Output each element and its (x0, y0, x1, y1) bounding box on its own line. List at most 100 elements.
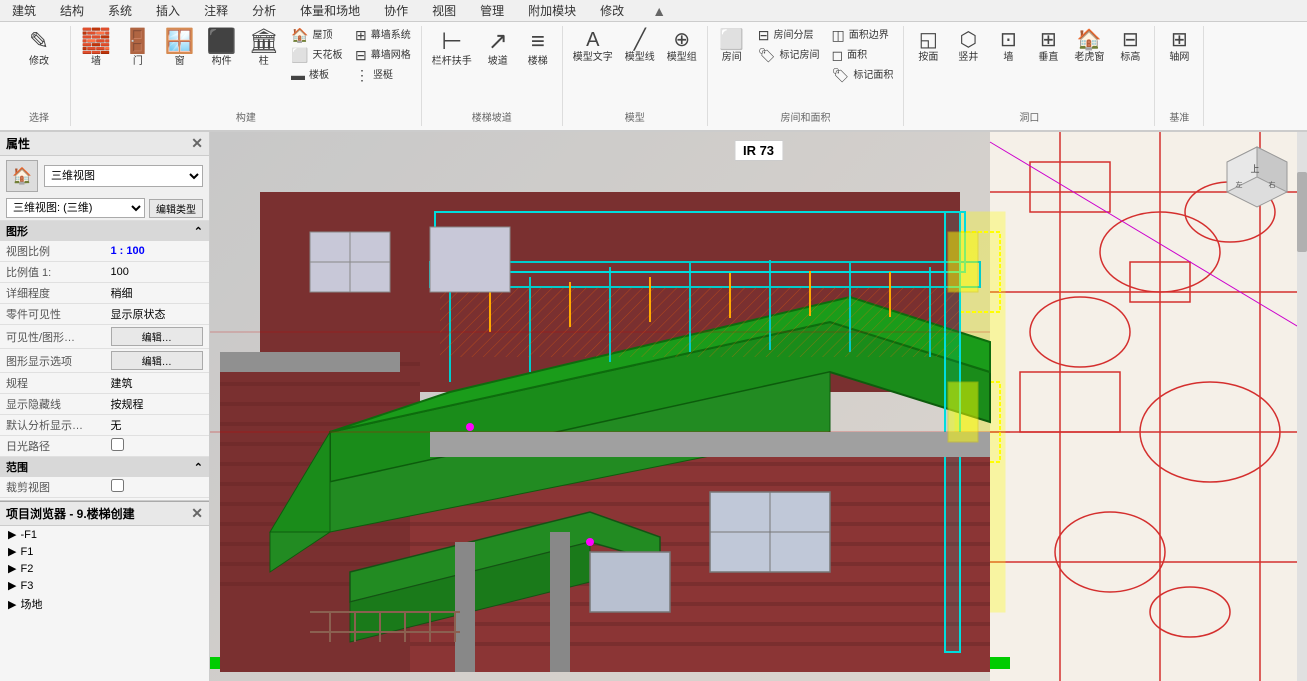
select-label: 选择 (29, 109, 49, 126)
view-type-dropdown[interactable]: 三维视图 (44, 165, 203, 187)
wall-icon: 🧱 (81, 30, 111, 54)
view-type-icon: 🏠 (6, 160, 38, 192)
menu-analyze[interactable]: 分析 (248, 0, 280, 21)
sun-path-checkbox[interactable] (111, 438, 124, 451)
curtain-grid-button[interactable]: ⊟ 幕墙网格 (351, 46, 415, 64)
stair-button[interactable]: ≡ 楼梯 (520, 26, 556, 70)
ramp-button[interactable]: ↗ 坡道 (480, 26, 516, 70)
graphics-section-header[interactable]: 图形 ⌃ (0, 221, 209, 241)
curtain-grid-icon: ⊟ (355, 48, 367, 62)
navigation-cube[interactable]: 上 右 左 (1217, 142, 1297, 222)
window-button[interactable]: 🪟 窗 (161, 26, 199, 70)
crop-view-checkbox[interactable] (111, 479, 124, 492)
tag-area-button[interactable]: 🏷 标记面积 (828, 66, 898, 84)
dormer-button[interactable]: 🏠 老虎窗 (1070, 26, 1108, 66)
dormer-icon: 🏠 (1077, 30, 1102, 50)
prop-value-detail[interactable]: 稍细 (105, 283, 210, 304)
vertical-icon: ⊞ (1040, 30, 1057, 50)
railing-button[interactable]: ⊢ 栏杆扶手 (428, 26, 476, 70)
range-section-header[interactable]: 范围 ⌃ (0, 457, 209, 477)
prop-value-sun[interactable] (105, 436, 210, 457)
room-button[interactable]: ⬜ 房间 (714, 26, 750, 66)
tag-room-button[interactable]: 🏷 标记房间 (754, 46, 824, 64)
prop-value-parts[interactable]: 显示原状态 (105, 304, 210, 325)
graphic-display-edit-button[interactable]: 编辑… (111, 351, 204, 370)
opening-wall-icon: ⊡ (1000, 30, 1017, 50)
tree-expand-icon-f1: ▶ (8, 545, 16, 558)
menu-insert[interactable]: 插入 (152, 0, 184, 21)
properties-close-button[interactable]: ✕ (191, 135, 203, 152)
menu-addins[interactable]: 附加模块 (524, 0, 580, 21)
tree-item-f1[interactable]: ▶ F1 (0, 543, 209, 560)
tree-item-site[interactable]: ▶ 场地 (0, 594, 209, 614)
model-text-button[interactable]: A 模型文字 (569, 26, 617, 66)
prop-value-analysis[interactable]: 无 (105, 415, 210, 436)
roof-button[interactable]: 🏠 屋顶 (287, 26, 347, 44)
prop-label-parts: 零件可见性 (0, 304, 105, 325)
menu-massing[interactable]: 体量和场地 (296, 0, 364, 21)
viewport[interactable]: IR 73 (210, 132, 1307, 681)
prop-value-visibility[interactable]: 编辑… (105, 325, 210, 349)
main-area: 属性 ✕ 🏠 三维视图 三维视图: (三维) 编辑类型 图形 ⌃ (0, 132, 1307, 681)
tree-item-f1-neg[interactable]: ▶ -F1 (0, 526, 209, 543)
railing-icon: ⊢ (441, 30, 462, 54)
mullion-button[interactable]: ⋮ 竖梃 (351, 66, 415, 84)
prop-row-crop-view: 裁剪视图 (0, 477, 209, 498)
edit-type-button[interactable]: 编辑类型 (149, 199, 203, 218)
area-boundary-button[interactable]: ◫ 面积边界 (828, 26, 898, 44)
room-area-label: 房间和面积 (781, 109, 831, 126)
room-separator-button[interactable]: ⊟ 房间分层 (754, 26, 824, 44)
floor-button[interactable]: ▬ 楼板 (287, 66, 347, 84)
area-button[interactable]: ◻ 面积 (828, 46, 898, 64)
column-button[interactable]: 🏛 柱 (245, 26, 283, 70)
menu-collaborate[interactable]: 协作 (380, 0, 412, 21)
prop-value-graphic-display[interactable]: 编辑… (105, 349, 210, 373)
prop-value-scale[interactable]: 1 : 100 (105, 241, 210, 262)
prop-value-hidden-lines[interactable]: 按规程 (105, 394, 210, 415)
menu-view[interactable]: 视图 (428, 0, 460, 21)
model-line-button[interactable]: ╱ 模型线 (621, 26, 659, 66)
visibility-edit-button[interactable]: 编辑… (111, 327, 204, 346)
by-face-button[interactable]: ◱ 按面 (910, 26, 946, 66)
room-separator-icon: ⊟ (758, 28, 770, 42)
level-button[interactable]: ⊟ 标高 (1112, 26, 1148, 66)
menu-systems[interactable]: 系统 (104, 0, 136, 21)
opening-wall-button[interactable]: ⊡ 墙 (990, 26, 1026, 66)
menu-modify[interactable]: 修改 (596, 0, 628, 21)
range-collapse-icon: ⌃ (194, 461, 203, 474)
grid-icon: ⊞ (1171, 30, 1188, 50)
tree-item-f3[interactable]: ▶ F3 (0, 577, 209, 594)
model-group-button[interactable]: ⊕ 模型组 (663, 26, 701, 66)
grid-button[interactable]: ⊞ 轴网 (1161, 26, 1197, 66)
ceiling-button[interactable]: ⬜ 天花板 (287, 46, 347, 64)
vertical-button[interactable]: ⊞ 垂直 (1030, 26, 1066, 66)
ribbon-group-stair: ⊢ 栏杆扶手 ↗ 坡道 ≡ 楼梯 楼梯坡道 (422, 26, 563, 126)
project-browser-close-button[interactable]: ✕ (191, 505, 203, 522)
menu-architecture[interactable]: 建筑 (8, 0, 40, 21)
curtain-system-button[interactable]: ⊞ 幕墙系统 (351, 26, 415, 44)
prop-value-discipline[interactable]: 建筑 (105, 373, 210, 394)
menu-manage[interactable]: 管理 (476, 0, 508, 21)
shaft-button[interactable]: ⬡ 竖井 (950, 26, 986, 66)
ramp-icon: ↗ (488, 30, 508, 54)
prop-row-discipline: 规程 建筑 (0, 373, 209, 394)
tree-item-f2[interactable]: ▶ F2 (0, 560, 209, 577)
room-icon: ⬜ (719, 30, 744, 50)
prop-value-crop-view[interactable] (105, 477, 210, 498)
menu-annotate[interactable]: 注释 (200, 0, 232, 21)
vertical-scrollbar[interactable] (1297, 132, 1307, 681)
prop-value-scale-val[interactable]: 100 (105, 262, 210, 283)
modify-button[interactable]: ✎ 修改 (14, 26, 64, 70)
model-group-icon: ⊕ (673, 30, 690, 50)
roof-icon: 🏠 (291, 28, 308, 42)
menu-structure[interactable]: 结构 (56, 0, 88, 21)
component-button[interactable]: ⬛ 构件 (203, 26, 241, 70)
minimize-icon[interactable]: ▲ (652, 3, 666, 19)
mullion-icon: ⋮ (355, 68, 369, 82)
door-button[interactable]: 🚪 门 (119, 26, 157, 70)
stair-icon: ≡ (531, 30, 545, 54)
svg-text:左: 左 (1236, 180, 1243, 189)
wall-button[interactable]: 🧱 墙 (77, 26, 115, 70)
prop-label-scale: 视图比例 (0, 241, 105, 262)
view-name-dropdown[interactable]: 三维视图: (三维) (6, 198, 145, 218)
